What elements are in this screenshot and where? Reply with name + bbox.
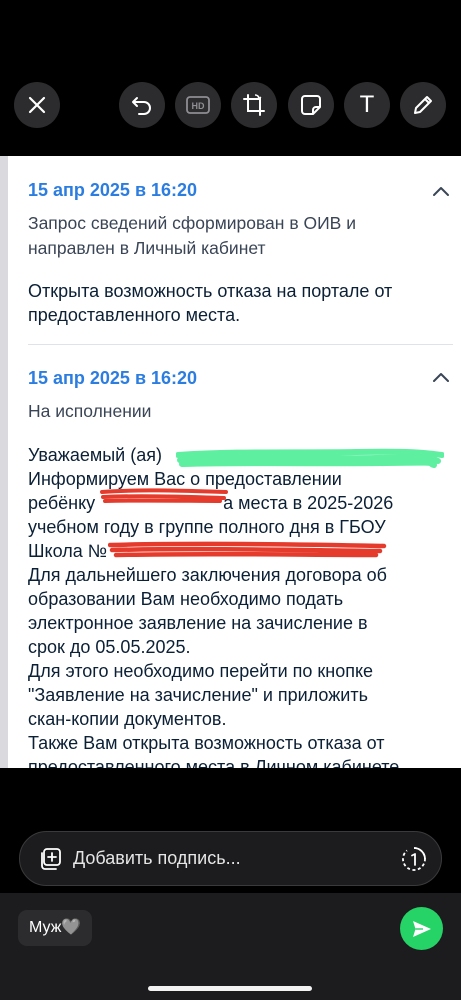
draw-button[interactable]	[400, 82, 446, 128]
body-line: образовании Вам необходимо подать	[28, 589, 344, 609]
sticker-icon	[301, 95, 321, 115]
entry-body: Уважаемый (ая) Информируем Вас о предост…	[28, 443, 453, 768]
chevron-up-icon[interactable]	[431, 184, 451, 198]
crop-button[interactable]	[231, 82, 277, 128]
body-line: ребёнку а места в 2025-2026	[28, 493, 394, 513]
redaction-scribble-red	[100, 488, 228, 503]
body-line: скан-копии документов.	[28, 709, 227, 729]
undo-button[interactable]	[119, 82, 165, 128]
svg-text:HD: HD	[192, 101, 205, 111]
card-left-bar	[0, 156, 8, 768]
add-media-icon[interactable]	[38, 847, 62, 871]
body-line: Информируем Вас о предоставлении	[28, 469, 342, 489]
send-icon	[412, 920, 431, 937]
caption-field[interactable]: Добавить подпись...	[19, 831, 442, 886]
entry-body: Открыта возможность отказа на портале от…	[28, 279, 453, 327]
view-once-icon[interactable]	[401, 846, 427, 872]
body-line: предоставленного места.	[28, 305, 241, 325]
bottom-bar: Муж🩶	[0, 893, 461, 1000]
close-icon	[28, 96, 46, 114]
body-line: Также Вам открыта возможность отказа от	[28, 733, 385, 753]
hd-button[interactable]: HD	[175, 82, 221, 128]
body-line: срок до 05.05.2025.	[28, 637, 191, 657]
history-entry-1: 15 апр 2025 в 16:20	[28, 180, 453, 201]
chevron-up-icon[interactable]	[431, 370, 451, 384]
body-line: Для этого необходимо перейти по кнопке	[28, 661, 374, 681]
sticker-button[interactable]	[288, 82, 334, 128]
status-line: Запрос сведений сформирован в ОИВ и	[28, 213, 356, 233]
entry-date: 15 апр 2025 в 16:20	[28, 368, 198, 388]
recipient-chip[interactable]: Муж🩶	[18, 910, 93, 946]
text-button[interactable]: T	[344, 82, 390, 128]
redaction-scribble-green	[176, 448, 444, 468]
entry-status: Запрос сведений сформирован в ОИВ и напр…	[28, 211, 453, 261]
send-button[interactable]	[400, 907, 443, 950]
body-line: Для дальнейшего заключения договора об	[28, 565, 387, 585]
entry-divider	[28, 344, 453, 345]
entry-date: 15 апр 2025 в 16:20	[28, 180, 198, 200]
body-line: учебном году в группе полного дня в ГБОУ	[28, 517, 386, 537]
body-line: электронное заявление на зачисление в	[28, 613, 368, 633]
screenshot-image: 15 апр 2025 в 16:20 Запрос сведений сфор…	[0, 156, 461, 768]
body-line: "Заявление на зачисление" и приложить	[28, 685, 368, 705]
undo-icon	[132, 97, 151, 115]
close-button[interactable]	[14, 82, 60, 128]
home-indicator	[148, 986, 312, 991]
status-line: направлен в Личный кабинет	[28, 238, 266, 258]
hd-icon: HD	[186, 96, 210, 114]
editor-toolbar: HD T	[0, 82, 461, 132]
caption-placeholder[interactable]: Добавить подпись...	[73, 848, 241, 869]
pencil-icon	[414, 96, 432, 114]
body-line: Открыта возможность отказа на портале от	[28, 281, 393, 301]
text-icon: T	[359, 91, 375, 118]
redaction-scribble-red	[108, 541, 387, 558]
crop-rotate-icon	[243, 94, 265, 116]
entry-status: На исполнении	[28, 401, 152, 421]
history-entry-2: 15 апр 2025 в 16:20	[28, 368, 453, 389]
body-line: предоставленного места в Личном кабинете…	[28, 757, 405, 768]
